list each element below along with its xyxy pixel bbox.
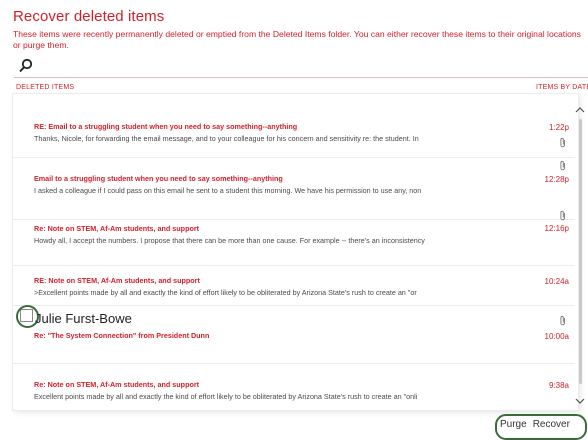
item-subject: RE: Email to a struggling student when y… — [34, 122, 298, 131]
item-preview: Excellent points made by all and exactly… — [34, 392, 418, 401]
item-time: 12:28p — [544, 175, 569, 184]
paperclip-icon — [559, 313, 567, 326]
list-item[interactable]: Re: Note on STEM, Af-Am students, and su… — [13, 203, 575, 266]
item-sender: Julie Furst-Bowe — [35, 311, 132, 326]
search-divider — [14, 77, 588, 78]
scrollbar[interactable] — [574, 95, 586, 409]
chevron-down-icon[interactable] — [574, 393, 586, 404]
item-preview: Thanks, Nicole, for forwarding the email… — [34, 134, 419, 143]
dialog-title: Recover deleted items — [13, 8, 165, 25]
column-header-deleted-items[interactable]: DELETED ITEMS — [16, 84, 74, 91]
search-icon[interactable] — [18, 58, 34, 74]
item-time: 1:22p — [548, 123, 569, 132]
recover-button[interactable]: Recover — [533, 419, 570, 430]
list-item[interactable]: RE: Email to a struggling student when y… — [13, 95, 575, 158]
item-time: 12:16p — [544, 224, 569, 233]
scrollbar-thumb[interactable] — [579, 119, 582, 384]
purge-button[interactable]: Purge — [500, 419, 527, 430]
item-subject: Re: Note on STEM, Af-Am students, and su… — [34, 380, 200, 389]
chevron-up-icon[interactable] — [574, 102, 586, 113]
paperclip-icon — [559, 158, 567, 171]
item-subject: Re: "The System Connection" from Preside… — [34, 331, 210, 340]
list-item[interactable]: Re: Note on STEM, Af-Am students, and su… — [13, 363, 575, 409]
item-preview: I asked a colleague if I could pass on t… — [34, 186, 422, 195]
item-time: 10:24a — [544, 277, 569, 286]
action-bar: Purge Recover — [500, 419, 570, 430]
column-header-items-by-date[interactable]: ITEMS BY DATE — [536, 84, 588, 91]
item-preview: Howdy all, I accept the numbers. I propo… — [34, 236, 425, 245]
paperclip-icon — [559, 135, 567, 148]
item-preview: >Excellent points made by all and exactl… — [34, 288, 417, 297]
item-subject: Re: Note on STEM, Af-Am students, and su… — [34, 224, 200, 233]
dialog-description: These items were recently permanently de… — [13, 29, 581, 50]
item-time: 9:38a — [548, 381, 569, 390]
item-time: 10:00a — [544, 332, 569, 341]
paperclip-icon — [559, 208, 567, 221]
list-item[interactable]: RE: Note on STEM, Af-Am students, and su… — [13, 265, 575, 306]
item-subject: RE: Note on STEM, Af-Am students, and su… — [34, 276, 200, 285]
item-subject: Email to a struggling student when you n… — [34, 174, 283, 183]
